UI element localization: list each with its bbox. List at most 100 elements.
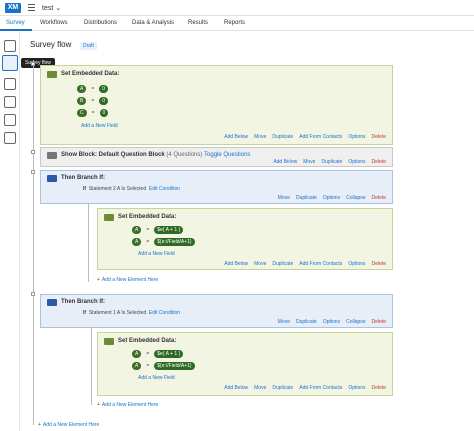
move-button[interactable]: Move bbox=[254, 134, 266, 140]
duplicate-button[interactable]: Duplicate bbox=[296, 195, 317, 201]
drag-handle[interactable] bbox=[31, 292, 35, 296]
move-button[interactable]: Move bbox=[303, 159, 315, 165]
delete-button[interactable]: Delete bbox=[372, 159, 386, 165]
duplicate-button[interactable]: Duplicate bbox=[321, 159, 342, 165]
tab-reports[interactable]: Reports bbox=[224, 20, 245, 26]
block-title: Then Branch If: bbox=[61, 175, 106, 181]
branch-block[interactable]: Then Branch If: If Statement 1 A Is Sele… bbox=[40, 294, 393, 328]
survey-flow-icon[interactable] bbox=[2, 55, 18, 71]
survey-options-icon[interactable] bbox=[4, 96, 16, 108]
add-field-link[interactable]: Add a New Field bbox=[81, 123, 118, 129]
embedded-data-icon bbox=[104, 214, 114, 221]
look-and-feel-icon[interactable] bbox=[4, 78, 16, 90]
flow-line-root bbox=[33, 60, 34, 425]
add-below-button[interactable]: Add Below bbox=[224, 261, 248, 267]
page-title: Survey flow bbox=[30, 40, 72, 49]
embedded-data-icon bbox=[47, 71, 57, 78]
add-element-link[interactable]: + Add a New Element Here bbox=[97, 277, 158, 283]
block-actions: Add Below Move Duplicate Add From Contacts O… bbox=[218, 385, 386, 391]
add-element-link[interactable]: + Add a New Element Here bbox=[97, 402, 158, 408]
edit-condition-link[interactable]: Edit Condition bbox=[149, 310, 180, 316]
tab-workflows[interactable]: Workflows bbox=[40, 20, 68, 26]
drag-handle[interactable] bbox=[31, 150, 35, 154]
add-below-button[interactable]: Add Below bbox=[224, 385, 248, 391]
move-button[interactable]: Move bbox=[254, 385, 266, 391]
edit-condition-link[interactable]: Edit Condition bbox=[149, 186, 180, 192]
branch-condition: If Statement 2 A Is Selected Edit Condit… bbox=[83, 186, 181, 192]
collapse-button[interactable]: Collapse bbox=[346, 195, 365, 201]
delete-button[interactable]: Delete bbox=[372, 195, 386, 201]
options-button[interactable]: Options bbox=[348, 261, 365, 267]
add-from-contacts-button[interactable]: Add From Contacts bbox=[299, 261, 342, 267]
add-from-contacts-button[interactable]: Add From Contacts bbox=[299, 385, 342, 391]
show-block[interactable]: Show Block: Default Question Block (4 Qu… bbox=[40, 147, 393, 167]
survey-builder-icon[interactable] bbox=[4, 40, 16, 52]
duplicate-button[interactable]: Duplicate bbox=[272, 385, 293, 391]
block-actions: Add Below Move Duplicate Options Delete bbox=[267, 159, 386, 165]
drag-handle[interactable] bbox=[31, 62, 35, 66]
block-actions: Move Duplicate Options Collapse Delete bbox=[272, 319, 386, 325]
block-title: Then Branch If: bbox=[61, 299, 106, 305]
flow-line-branch1 bbox=[88, 200, 89, 282]
embedded-field-row[interactable]: A = ${e://Field/A+1} bbox=[132, 362, 195, 370]
embedded-data-block[interactable]: Set Embedded Data: A = $e{ A + 1 } A = ${e:/… bbox=[97, 332, 393, 396]
add-element-link[interactable]: + Add a New Element Here bbox=[38, 422, 99, 428]
embedded-data-block[interactable]: Set Embedded Data: A = 0 B = 0 C = 0 Add a New… bbox=[40, 65, 393, 145]
embedded-data-icon bbox=[104, 338, 114, 345]
add-field-link[interactable]: Add a New Field bbox=[138, 251, 175, 257]
tab-data-analysis[interactable]: Data & Analysis bbox=[132, 20, 174, 26]
move-button[interactable]: Move bbox=[254, 261, 266, 267]
branch-icon bbox=[47, 175, 57, 182]
block-title: Show Block: Default Question Block (4 Qu… bbox=[61, 152, 251, 158]
status-badge: Draft bbox=[80, 42, 97, 50]
tab-results[interactable]: Results bbox=[188, 20, 208, 26]
options-button[interactable]: Options bbox=[348, 134, 365, 140]
delete-button[interactable]: Delete bbox=[372, 319, 386, 325]
delete-button[interactable]: Delete bbox=[372, 134, 386, 140]
block-icon bbox=[47, 152, 57, 159]
block-title: Set Embedded Data: bbox=[118, 338, 177, 344]
collapse-button[interactable]: Collapse bbox=[346, 319, 365, 325]
toggle-questions-link[interactable]: Toggle Questions bbox=[204, 152, 250, 158]
block-actions: Add Below Move Duplicate Add From Contacts O… bbox=[218, 261, 386, 267]
block-actions: Add Below Move Duplicate Add From Contacts O… bbox=[218, 134, 386, 140]
embedded-field-row[interactable]: C = 0 bbox=[77, 109, 109, 117]
options-button[interactable]: Options bbox=[348, 159, 365, 165]
tab-survey[interactable]: Survey bbox=[6, 20, 25, 26]
add-field-link[interactable]: Add a New Field bbox=[138, 375, 175, 381]
branch-block[interactable]: Then Branch If: If Statement 2 A Is Sele… bbox=[40, 170, 393, 204]
duplicate-button[interactable]: Duplicate bbox=[296, 319, 317, 325]
embedded-field-row[interactable]: A = 0 bbox=[77, 85, 109, 93]
tab-distributions[interactable]: Distributions bbox=[84, 20, 117, 26]
translate-icon[interactable] bbox=[4, 132, 16, 144]
tools-icon[interactable] bbox=[4, 114, 16, 126]
move-button[interactable]: Move bbox=[278, 319, 290, 325]
embedded-field-row[interactable]: A = $e{ A + 1 } bbox=[132, 226, 184, 234]
embedded-data-block[interactable]: Set Embedded Data: A = $e{ A + 1 } A = ${e:/… bbox=[97, 208, 393, 270]
branch-icon bbox=[47, 299, 57, 306]
embedded-field-row[interactable]: A = $e{ A + 1 } bbox=[132, 350, 184, 358]
delete-button[interactable]: Delete bbox=[372, 385, 386, 391]
left-rail bbox=[0, 32, 20, 431]
active-tab-indicator bbox=[0, 29, 32, 31]
add-from-contacts-button[interactable]: Add From Contacts bbox=[299, 134, 342, 140]
add-below-button[interactable]: Add Below bbox=[224, 134, 248, 140]
add-below-button[interactable]: Add Below bbox=[273, 159, 297, 165]
options-button[interactable]: Options bbox=[348, 385, 365, 391]
options-button[interactable]: Options bbox=[323, 195, 340, 201]
duplicate-button[interactable]: Duplicate bbox=[272, 134, 293, 140]
embedded-field-row[interactable]: B = 0 bbox=[77, 97, 109, 105]
move-button[interactable]: Move bbox=[278, 195, 290, 201]
embedded-field-row[interactable]: A = ${e://Field/A+1} bbox=[132, 238, 195, 246]
options-button[interactable]: Options bbox=[323, 319, 340, 325]
project-selector[interactable]: test ⌄ bbox=[42, 4, 61, 12]
duplicate-button[interactable]: Duplicate bbox=[272, 261, 293, 267]
delete-button[interactable]: Delete bbox=[372, 261, 386, 267]
menu-icon[interactable] bbox=[28, 4, 35, 11]
xm-logo[interactable]: XM bbox=[5, 3, 21, 13]
top-bar: XM test ⌄ bbox=[0, 0, 474, 16]
flow-line-branch2 bbox=[91, 325, 92, 405]
block-title: Set Embedded Data: bbox=[61, 71, 120, 77]
drag-handle[interactable] bbox=[31, 170, 35, 174]
block-actions: Move Duplicate Options Collapse Delete bbox=[272, 195, 386, 201]
